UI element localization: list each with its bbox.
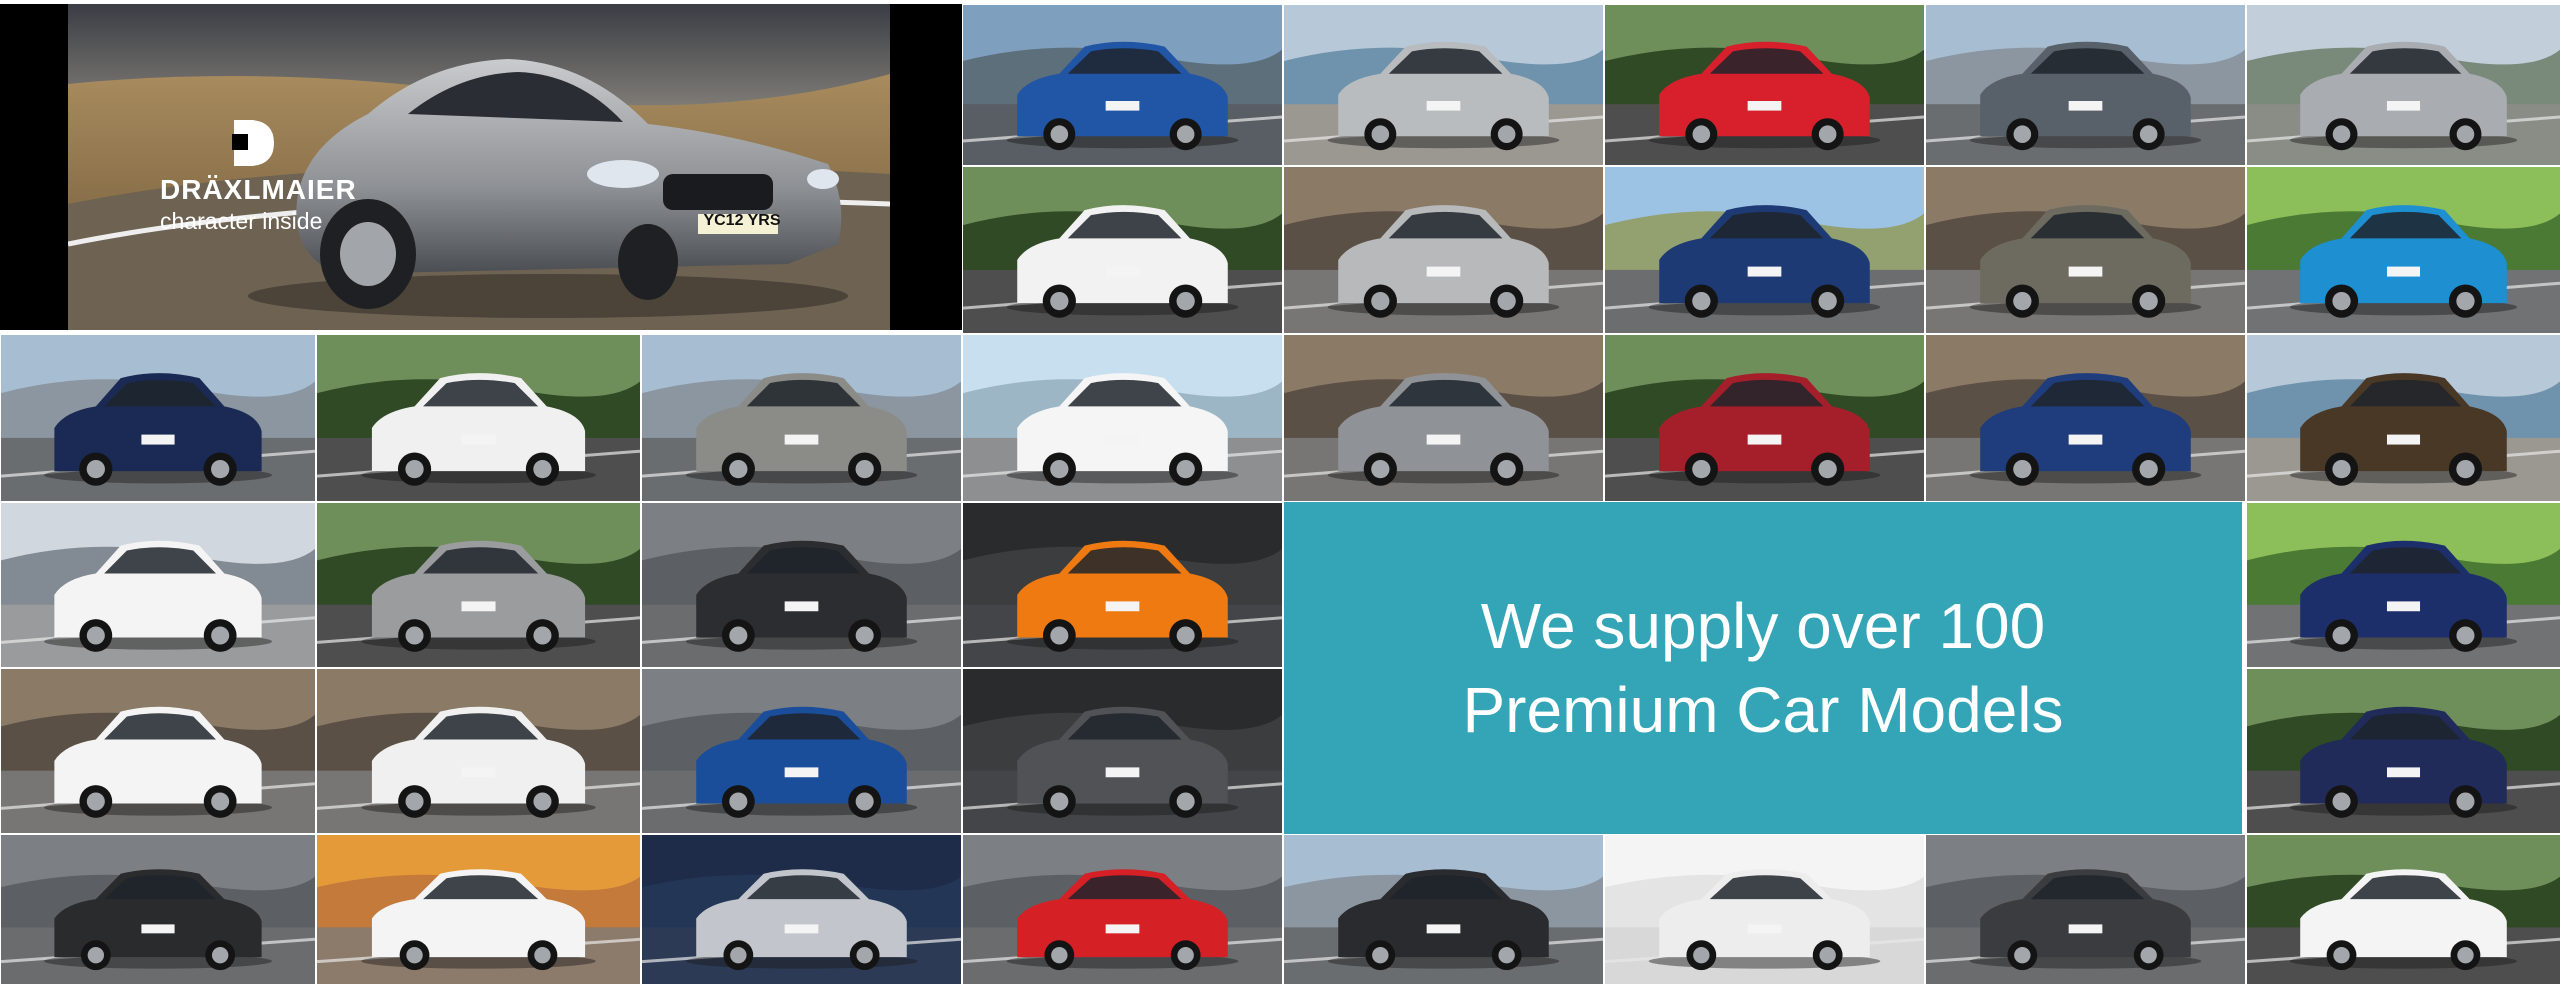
car-thumbnail	[963, 167, 1282, 333]
car-thumbnail	[1284, 335, 1603, 501]
car-photo	[1284, 5, 1603, 165]
car-thumbnail	[1605, 167, 1924, 333]
car-thumbnail	[1284, 167, 1603, 333]
car-photo	[963, 503, 1282, 667]
car-photo	[1, 503, 315, 667]
car-thumbnail	[1605, 835, 1924, 984]
car-thumbnail	[1605, 5, 1924, 165]
car-photo	[2247, 335, 2560, 501]
car-thumbnail	[1, 335, 315, 501]
car-photo	[317, 503, 640, 667]
car-thumbnail	[1284, 5, 1603, 165]
car-photo	[642, 669, 961, 833]
car-photo	[1605, 167, 1924, 333]
car-photo	[317, 835, 640, 984]
hero-image: YC12 YRS DRÄXLMAIER character inside	[0, 4, 962, 330]
car-thumbnail	[642, 669, 961, 833]
car-thumbnail	[1926, 335, 2245, 501]
promo-banner: We supply over 100 Premium Car Models	[1284, 502, 2242, 834]
car-thumbnail	[317, 503, 640, 667]
brand-name: DRÄXLMAIER	[160, 174, 357, 205]
car-photo	[1, 669, 315, 833]
car-photo	[963, 835, 1282, 984]
car-thumbnail	[642, 335, 961, 501]
car-thumbnail	[1, 669, 315, 833]
car-photo	[963, 335, 1282, 501]
car-models-collage: YC12 YRS DRÄXLMAIER character inside We …	[0, 0, 2561, 985]
license-plate-text: YC12 YRS	[703, 212, 781, 229]
car-photo	[963, 669, 1282, 833]
car-thumbnail	[1926, 5, 2245, 165]
car-thumbnail	[317, 835, 640, 984]
car-photo	[1605, 335, 1924, 501]
car-photo	[2247, 835, 2560, 984]
car-thumbnail	[963, 503, 1282, 667]
car-thumbnail	[2247, 835, 2560, 984]
car-photo	[642, 503, 961, 667]
car-thumbnail	[1605, 335, 1924, 501]
car-photo	[317, 335, 640, 501]
car-photo	[642, 835, 961, 984]
car-thumbnail	[317, 335, 640, 501]
car-thumbnail	[1, 503, 315, 667]
car-thumbnail	[2247, 335, 2560, 501]
car-photo	[1284, 335, 1603, 501]
car-thumbnail	[2247, 167, 2560, 333]
car-thumbnail	[1284, 835, 1603, 984]
car-thumbnail	[963, 5, 1282, 165]
car-photo	[1605, 5, 1924, 165]
draxlmaier-logo-mark-icon	[232, 120, 274, 166]
car-thumbnail	[1926, 835, 2245, 984]
car-photo	[1, 835, 315, 984]
car-thumbnail	[642, 835, 961, 984]
car-photo	[2247, 669, 2560, 833]
car-photo	[1926, 167, 2245, 333]
car-thumbnail	[642, 503, 961, 667]
car-thumbnail	[2247, 5, 2560, 165]
hero-car-photo: YC12 YRS	[68, 4, 890, 330]
car-photo	[642, 335, 961, 501]
banner-headline-line-1: We supply over 100	[1480, 590, 2046, 662]
banner-headline-line-2: Premium Car Models	[1462, 674, 2064, 746]
car-photo	[1605, 835, 1924, 984]
car-photo	[1926, 335, 2245, 501]
car-photo	[1284, 167, 1603, 333]
car-photo	[2247, 5, 2560, 165]
car-thumbnail	[963, 669, 1282, 833]
car-photo	[963, 167, 1282, 333]
car-thumbnail	[1926, 167, 2245, 333]
car-thumbnail	[963, 335, 1282, 501]
car-photo	[2247, 167, 2560, 333]
car-photo	[1926, 835, 2245, 984]
car-photo	[1284, 835, 1603, 984]
car-thumbnail	[963, 835, 1282, 984]
car-photo	[317, 669, 640, 833]
car-thumbnail	[1, 835, 315, 984]
car-photo	[1, 335, 315, 501]
brand-tagline: character inside	[160, 208, 323, 234]
car-photo	[963, 5, 1282, 165]
car-thumbnail	[317, 669, 640, 833]
car-photo	[1926, 5, 2245, 165]
car-thumbnail	[2247, 669, 2560, 833]
car-thumbnail	[2247, 503, 2560, 667]
car-photo	[2247, 503, 2560, 667]
